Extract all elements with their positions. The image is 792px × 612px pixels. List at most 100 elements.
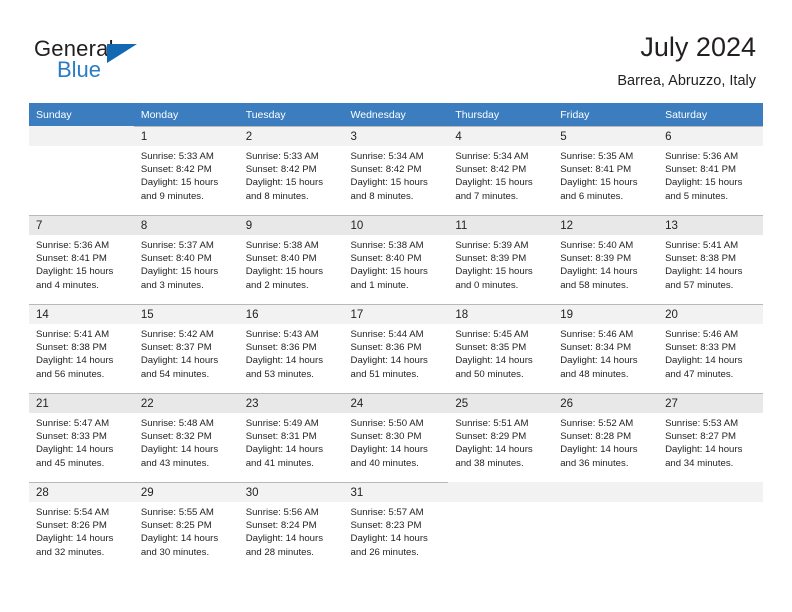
calendar-empty-cell xyxy=(29,126,134,215)
sunset-text: Sunset: 8:40 PM xyxy=(245,253,317,265)
calendar-day-cell[interactable]: 27 Sunrise: 5:53 AM Sunset: 8:27 PM Dayligh… xyxy=(658,393,763,482)
calendar-day-cell[interactable]: 18 Sunrise: 5:45 AM Sunset: 8:35 PM Dayligh… xyxy=(448,304,554,393)
sunrise-text: Sunrise: 5:46 AM xyxy=(560,329,634,340)
calendar-day-cell[interactable]: 26 Sunrise: 5:52 AM Sunset: 8:28 PM Dayligh… xyxy=(553,393,659,482)
calendar-day-cell[interactable]: 14 Sunrise: 5:41 AM Sunset: 8:38 PM Dayligh… xyxy=(29,304,134,393)
day-details: Sunrise: 5:37 AM Sunset: 8:40 PM Daylight:… xyxy=(134,235,239,292)
calendar-day-cell[interactable]: 5 Sunrise: 5:35 AM Sunset: 8:41 PM Daylight… xyxy=(553,126,659,215)
calendar-grid: Sunday Monday Tuesday Wednesday Thursday Frid… xyxy=(29,103,763,571)
day-details: Sunrise: 5:41 AM Sunset: 8:38 PM Daylight:… xyxy=(658,235,763,292)
calendar-day-cell[interactable]: 16 Sunrise: 5:43 AM Sunset: 8:36 PM Dayligh… xyxy=(238,304,344,393)
day-cell-inner: 28 Sunrise: 5:54 AM Sunset: 8:26 PM Dayligh… xyxy=(29,482,134,571)
calendar-day-cell[interactable]: 12 Sunrise: 5:40 AM Sunset: 8:39 PM Dayligh… xyxy=(553,215,659,304)
calendar-day-cell[interactable]: 21 Sunrise: 5:47 AM Sunset: 8:33 PM Dayligh… xyxy=(29,393,134,482)
calendar-day-cell[interactable]: 22 Sunrise: 5:48 AM Sunset: 8:32 PM Dayligh… xyxy=(133,393,239,482)
calendar-day-cell[interactable]: 3 Sunrise: 5:34 AM Sunset: 8:42 PM Daylight… xyxy=(343,126,449,215)
calendar-day-cell[interactable]: 2 Sunrise: 5:33 AM Sunset: 8:42 PM Daylight… xyxy=(238,126,344,215)
day-cell-inner: 29 Sunrise: 5:55 AM Sunset: 8:25 PM Dayligh… xyxy=(133,482,239,571)
sunset-text: Sunset: 8:30 PM xyxy=(350,431,422,443)
daylight-text-line1: Daylight: 15 hours xyxy=(140,177,219,189)
calendar-day-cell[interactable]: 6 Sunrise: 5:36 AM Sunset: 8:41 PM Daylight… xyxy=(658,126,763,215)
daylight-text-line2: and 36 minutes. xyxy=(560,457,629,469)
sunrise-text: Sunrise: 5:47 AM xyxy=(36,418,110,429)
sunrise-text: Sunrise: 5:34 AM xyxy=(350,151,424,162)
day-details: Sunrise: 5:41 AM Sunset: 8:38 PM Daylight:… xyxy=(29,324,134,381)
sunrise-text: Sunrise: 5:33 AM xyxy=(245,151,319,162)
sunset-text: Sunset: 8:38 PM xyxy=(665,253,736,265)
daylight-text-line1: Daylight: 14 hours xyxy=(245,355,324,367)
day-details: Sunrise: 5:54 AM Sunset: 8:26 PM Daylight:… xyxy=(29,502,134,559)
calendar-day-cell[interactable]: 25 Sunrise: 5:51 AM Sunset: 8:29 PM Dayligh… xyxy=(448,393,554,482)
sunset-text: Sunset: 8:28 PM xyxy=(560,431,632,443)
calendar-day-cell[interactable]: 1 Sunrise: 5:33 AM Sunset: 8:42 PM Daylight… xyxy=(133,126,239,215)
daylight-text-line2: and 1 minute. xyxy=(350,279,409,291)
calendar-day-cell[interactable]: 28 Sunrise: 5:54 AM Sunset: 8:26 PM Dayligh… xyxy=(29,482,134,571)
calendar-day-cell[interactable]: 30 Sunrise: 5:56 AM Sunset: 8:24 PM Dayligh… xyxy=(238,482,344,571)
daylight-text-line2: and 50 minutes. xyxy=(455,368,524,380)
daylight-text-line2: and 28 minutes. xyxy=(245,546,314,558)
daylight-text-line1: Daylight: 15 hours xyxy=(36,266,114,278)
sunset-text: Sunset: 8:40 PM xyxy=(140,253,212,265)
day-cell-inner: 2 Sunrise: 5:33 AM Sunset: 8:42 PM Daylight… xyxy=(238,126,344,215)
calendar-day-cell[interactable]: 31 Sunrise: 5:57 AM Sunset: 8:23 PM Dayligh… xyxy=(343,482,449,571)
day-details: Sunrise: 5:43 AM Sunset: 8:36 PM Daylight:… xyxy=(239,324,344,381)
day-details: Sunrise: 5:33 AM Sunset: 8:42 PM Daylight:… xyxy=(134,146,239,203)
sunrise-text: Sunrise: 5:38 AM xyxy=(245,240,319,251)
sunset-text: Sunset: 8:27 PM xyxy=(665,431,736,443)
day-details: Sunrise: 5:45 AM Sunset: 8:35 PM Daylight:… xyxy=(448,324,553,381)
sunset-text: Sunset: 8:34 PM xyxy=(560,342,632,354)
calendar-day-cell[interactable]: 7 Sunrise: 5:36 AM Sunset: 8:41 PM Daylight… xyxy=(29,215,134,304)
calendar-day-cell[interactable]: 13 Sunrise: 5:41 AM Sunset: 8:38 PM Dayligh… xyxy=(658,215,763,304)
calendar-day-cell[interactable]: 8 Sunrise: 5:37 AM Sunset: 8:40 PM Daylight… xyxy=(133,215,239,304)
sunset-text: Sunset: 8:31 PM xyxy=(245,431,317,443)
calendar-day-cell[interactable]: 20 Sunrise: 5:46 AM Sunset: 8:33 PM Dayligh… xyxy=(658,304,763,393)
day-details: Sunrise: 5:34 AM Sunset: 8:42 PM Daylight:… xyxy=(344,146,449,203)
calendar-day-cell[interactable]: 9 Sunrise: 5:38 AM Sunset: 8:40 PM Daylight… xyxy=(238,215,344,304)
daylight-text-line2: and 8 minutes. xyxy=(245,190,309,202)
daylight-text-line2: and 45 minutes. xyxy=(36,457,105,469)
calendar-day-cell[interactable]: 17 Sunrise: 5:44 AM Sunset: 8:36 PM Dayligh… xyxy=(343,304,449,393)
calendar-day-cell[interactable]: 19 Sunrise: 5:46 AM Sunset: 8:34 PM Dayligh… xyxy=(553,304,659,393)
day-details: Sunrise: 5:33 AM Sunset: 8:42 PM Daylight:… xyxy=(239,146,344,203)
sunrise-text: Sunrise: 5:43 AM xyxy=(245,329,319,340)
daylight-text-line2: and 56 minutes. xyxy=(36,368,105,380)
calendar-day-cell[interactable]: 15 Sunrise: 5:42 AM Sunset: 8:37 PM Dayligh… xyxy=(133,304,239,393)
day-details: Sunrise: 5:56 AM Sunset: 8:24 PM Daylight:… xyxy=(239,502,344,559)
sunset-text: Sunset: 8:38 PM xyxy=(36,342,107,354)
daylight-text-line2: and 2 minutes. xyxy=(245,279,309,291)
day-number: 11 xyxy=(448,215,554,235)
day-number: 8 xyxy=(133,215,239,235)
day-number: 24 xyxy=(343,393,449,413)
sunrise-text: Sunrise: 5:41 AM xyxy=(36,329,110,340)
weekday-header-friday: Friday xyxy=(553,103,659,126)
daylight-text-line1: Daylight: 15 hours xyxy=(560,177,638,189)
calendar-day-cell[interactable]: 4 Sunrise: 5:34 AM Sunset: 8:42 PM Daylight… xyxy=(448,126,554,215)
calendar-day-cell[interactable]: 24 Sunrise: 5:50 AM Sunset: 8:30 PM Dayligh… xyxy=(343,393,449,482)
day-details: Sunrise: 5:42 AM Sunset: 8:37 PM Daylight:… xyxy=(134,324,239,381)
day-number: 6 xyxy=(658,126,763,146)
day-number: 2 xyxy=(238,126,344,146)
sunset-text: Sunset: 8:29 PM xyxy=(455,431,527,443)
calendar-day-cell[interactable]: 10 Sunrise: 5:38 AM Sunset: 8:40 PM Dayligh… xyxy=(343,215,449,304)
weekday-header-monday: Monday xyxy=(133,103,239,126)
calendar-week-row: 7 Sunrise: 5:36 AM Sunset: 8:41 PM Daylight… xyxy=(29,215,763,304)
day-number xyxy=(448,482,554,502)
page-header: General Blue July 2024 Barrea, Abruzzo, … xyxy=(0,0,792,103)
daylight-text-line2: and 8 minutes. xyxy=(350,190,414,202)
triangle-icon xyxy=(107,44,137,63)
sunset-text: Sunset: 8:42 PM xyxy=(455,164,527,176)
brand-logo[interactable]: General Blue xyxy=(34,36,154,84)
calendar-empty-cell xyxy=(553,482,659,571)
daylight-text-line2: and 43 minutes. xyxy=(140,457,210,469)
daylight-text-line1: Daylight: 14 hours xyxy=(36,444,114,456)
day-details: Sunrise: 5:49 AM Sunset: 8:31 PM Daylight:… xyxy=(239,413,344,470)
calendar-day-cell[interactable]: 23 Sunrise: 5:49 AM Sunset: 8:31 PM Dayligh… xyxy=(238,393,344,482)
day-number: 19 xyxy=(553,304,659,324)
day-number: 17 xyxy=(343,304,449,324)
calendar-day-cell[interactable]: 11 Sunrise: 5:39 AM Sunset: 8:39 PM Dayligh… xyxy=(448,215,554,304)
day-details: Sunrise: 5:50 AM Sunset: 8:30 PM Daylight:… xyxy=(344,413,449,470)
calendar-day-cell[interactable]: 29 Sunrise: 5:55 AM Sunset: 8:25 PM Dayligh… xyxy=(133,482,239,571)
day-details: Sunrise: 5:38 AM Sunset: 8:40 PM Daylight:… xyxy=(344,235,449,292)
calendar-week-row: 21 Sunrise: 5:47 AM Sunset: 8:33 PM Dayligh… xyxy=(29,393,763,482)
sunrise-text: Sunrise: 5:39 AM xyxy=(455,240,529,251)
